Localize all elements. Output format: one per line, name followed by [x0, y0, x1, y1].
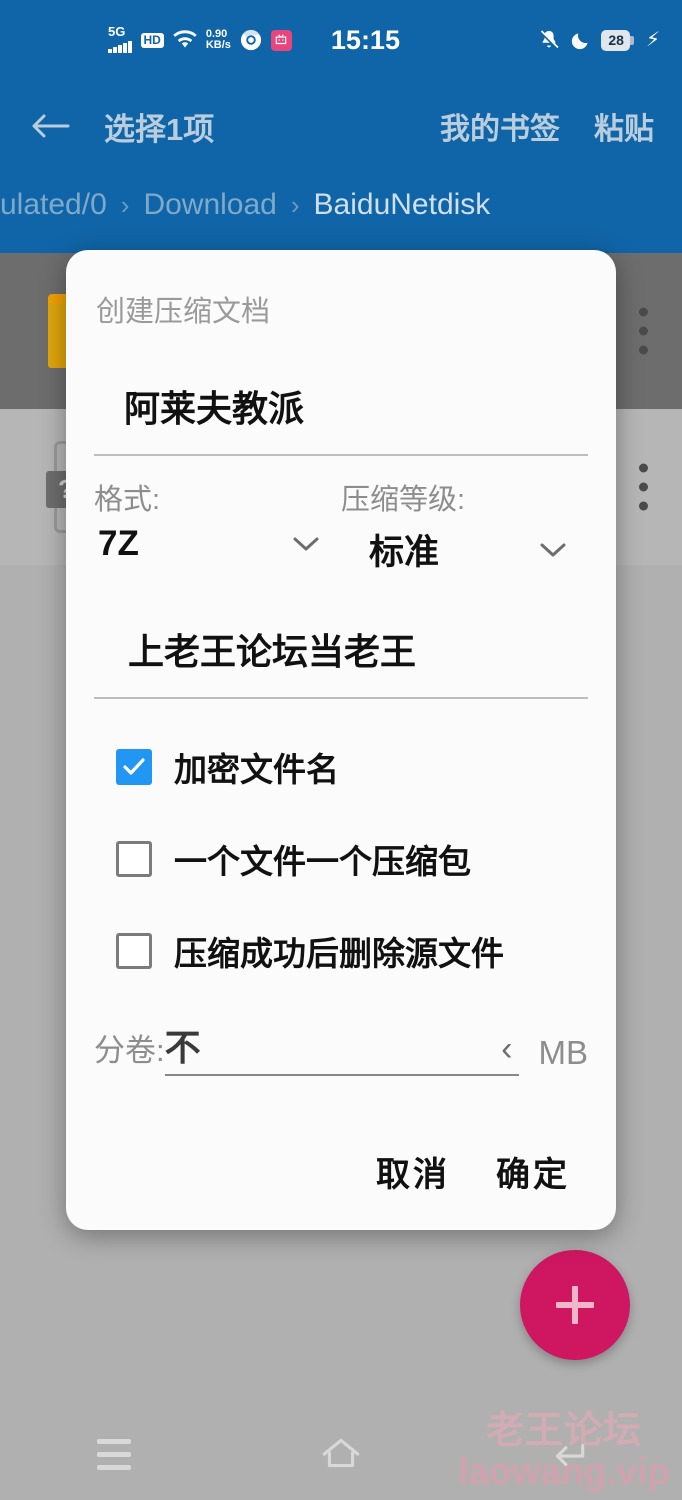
status-bar: 5G HD 0.90 KB/s 15:15 28 ⚡: [0, 0, 682, 80]
status-bar-left: 5G HD 0.90 KB/s 15:15: [108, 25, 400, 56]
dialog-buttons: 取消 确定: [94, 1147, 588, 1196]
checkbox-unchecked-icon: [116, 841, 152, 877]
create-archive-dialog: 创建压缩文档 阿莱夫教派 格式: 7Z 压缩等级: 标准 上老王论坛当老王 加密…: [66, 250, 616, 1230]
paste-action[interactable]: 粘贴: [594, 104, 654, 148]
password-input[interactable]: 上老王论坛当老王: [128, 623, 588, 675]
wifi-icon: [173, 30, 197, 48]
level-select[interactable]: 标准: [341, 524, 588, 575]
app-bar-actions: 我的书签 粘贴: [440, 104, 654, 148]
hd-voice-icon: HD: [140, 32, 164, 48]
chevron-left-icon[interactable]: ‹: [501, 1032, 518, 1066]
format-level-row: 格式: 7Z 压缩等级: 标准: [94, 476, 588, 575]
level-field: 压缩等级: 标准: [341, 476, 588, 575]
breadcrumb: ulated/0 › Download › BaiduNetdisk: [0, 172, 682, 238]
split-volume-input[interactable]: 不 ‹: [164, 1027, 519, 1076]
network-type-label: 5G: [108, 24, 126, 39]
split-volume-unit: MB: [538, 1034, 589, 1071]
breadcrumb-separator: ›: [290, 189, 300, 220]
format-select[interactable]: 7Z: [94, 524, 341, 564]
format-field: 格式: 7Z: [94, 476, 341, 575]
cellular-signal-icon: 5G: [108, 24, 132, 53]
breadcrumb-item-0[interactable]: ulated/0: [0, 188, 107, 222]
confirm-button[interactable]: 确定: [496, 1147, 570, 1196]
dialog-title: 创建压缩文档: [96, 296, 271, 328]
checkbox-label: 一个文件一个压缩包: [174, 843, 471, 880]
format-label: 格式:: [94, 484, 161, 516]
delete-source-after-checkbox[interactable]: 压缩成功后删除源文件: [116, 927, 588, 975]
encrypt-filenames-checkbox[interactable]: 加密文件名: [116, 743, 588, 791]
checkbox-label: 加密文件名: [174, 751, 339, 788]
more-vertical-icon[interactable]: [639, 463, 648, 511]
level-value: 标准: [369, 533, 440, 572]
android-nav-bar: [0, 1408, 682, 1500]
cancel-button[interactable]: 取消: [376, 1147, 450, 1196]
app-bar: 选择1项 我的书签 粘贴 ulated/0 › Download › Baidu…: [0, 80, 682, 253]
recents-icon[interactable]: [69, 1424, 159, 1484]
checkbox-checked-icon: [116, 749, 152, 785]
signal-bars: [108, 41, 132, 53]
network-speed-unit: KB/s: [205, 39, 231, 51]
phone-screen: 5G HD 0.90 KB/s 15:15 28 ⚡ 选择1项 我的书签 粘贴 …: [0, 0, 682, 1500]
format-value: 7Z: [98, 524, 139, 563]
split-volume-value: 不: [164, 1027, 201, 1068]
archive-name-input[interactable]: 阿莱夫教派: [124, 380, 588, 432]
checkbox-label: 压缩成功后删除源文件: [174, 935, 504, 972]
status-bar-clock: 15:15: [330, 24, 400, 55]
app-bar-row: 选择1项 我的书签 粘贴: [0, 80, 682, 172]
breadcrumb-item-2[interactable]: BaiduNetdisk: [314, 188, 491, 222]
more-vertical-icon[interactable]: [639, 307, 648, 355]
one-archive-per-file-checkbox[interactable]: 一个文件一个压缩包: [116, 835, 588, 883]
bolt-icon: ⚡: [645, 29, 660, 51]
split-volume-row: 分卷: 不 ‹ MB: [94, 1025, 588, 1076]
my-bookmarks-action[interactable]: 我的书签: [440, 104, 560, 148]
breadcrumb-separator: ›: [120, 189, 130, 220]
chevron-down-icon[interactable]: [293, 536, 319, 552]
divider: [94, 697, 588, 699]
chrome-icon: [240, 29, 261, 51]
status-bar-right: 28 ⚡: [538, 28, 660, 52]
moon-icon: [572, 33, 588, 49]
level-label: 压缩等级:: [341, 484, 466, 516]
network-speed-indicator: 0.90 KB/s: [206, 29, 231, 51]
split-volume-label: 分卷:: [94, 1033, 165, 1068]
page-title: 选择1项: [104, 111, 215, 147]
divider: [94, 454, 588, 456]
chevron-down-icon[interactable]: [540, 542, 566, 558]
battery-percent: 28: [608, 32, 624, 48]
checkbox-unchecked-icon: [116, 933, 152, 969]
home-icon[interactable]: [296, 1424, 386, 1484]
bell-muted-icon: [540, 30, 559, 50]
breadcrumb-item-1[interactable]: Download: [143, 188, 276, 222]
battery-indicator: 28: [601, 29, 634, 51]
back-arrow-icon[interactable]: [28, 106, 72, 146]
bilibili-icon: [270, 29, 292, 51]
back-icon[interactable]: [523, 1424, 613, 1484]
add-fab[interactable]: [520, 1250, 630, 1360]
